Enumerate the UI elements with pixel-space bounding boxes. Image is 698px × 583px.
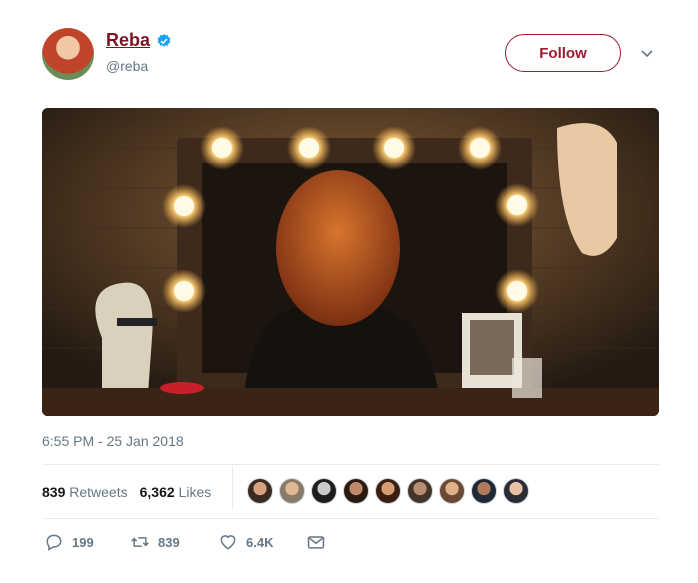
like-button[interactable]: 6.4K: [218, 532, 273, 552]
liker-avatar[interactable]: [375, 478, 401, 504]
retweets-count: 839: [42, 484, 66, 500]
like-count: 6.4K: [246, 534, 274, 550]
tweet-timestamp[interactable]: 6:55 PM - 25 Jan 2018: [42, 433, 184, 449]
reply-icon: [46, 534, 62, 551]
liker-avatars: [247, 478, 529, 504]
tweet-actions: 199 839 6.4K: [42, 532, 659, 556]
likes-count: 6,362: [139, 484, 175, 500]
liker-avatar[interactable]: [247, 478, 273, 504]
liker-avatar[interactable]: [407, 478, 433, 504]
likes-label: Likes: [178, 484, 212, 500]
envelope-icon: [307, 536, 325, 549]
follow-button[interactable]: Follow: [505, 34, 621, 72]
heart-icon: [220, 535, 236, 550]
tweet-header: Reba @reba Follow: [42, 28, 662, 84]
liker-avatar[interactable]: [311, 478, 337, 504]
divider-top: [42, 464, 659, 465]
liker-avatar[interactable]: [471, 478, 497, 504]
retweets-label: Retweets: [69, 484, 128, 500]
divider-bottom: [42, 518, 659, 519]
stats-separator: [232, 466, 233, 510]
user-name-row: Reba: [106, 30, 172, 51]
dressing-room-image: [42, 108, 659, 416]
tweet-stats: 839 Retweets 6,362 Likes: [42, 466, 659, 510]
user-handle[interactable]: @reba: [106, 58, 148, 74]
chevron-down-icon[interactable]: [640, 46, 654, 60]
liker-avatar[interactable]: [343, 478, 369, 504]
likes-stat[interactable]: 6,362 Likes: [140, 484, 212, 500]
liker-avatar[interactable]: [279, 478, 305, 504]
tweet-photo[interactable]: [42, 108, 659, 416]
verified-badge-icon: [157, 33, 171, 47]
retweet-count: 839: [158, 534, 180, 550]
reply-count: 199: [72, 534, 94, 550]
retweet-icon: [131, 537, 149, 547]
user-name[interactable]: Reba: [106, 30, 150, 51]
retweet-button[interactable]: 839: [130, 532, 180, 552]
reply-button[interactable]: 199: [44, 532, 94, 552]
retweets-stat[interactable]: 839 Retweets: [42, 484, 128, 500]
direct-message-button[interactable]: [306, 532, 326, 552]
user-avatar[interactable]: [42, 28, 94, 80]
liker-avatar[interactable]: [503, 478, 529, 504]
liker-avatar[interactable]: [439, 478, 465, 504]
